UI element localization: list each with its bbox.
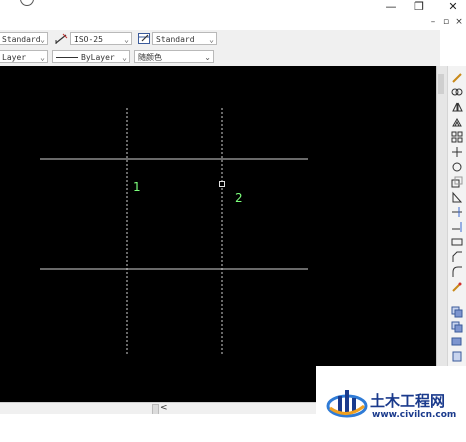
chevron-down-icon: ⌄	[40, 53, 45, 62]
watermark-url: www.civilcn.com	[372, 410, 457, 420]
color-select[interactable]: 随颜色 ⌄	[134, 50, 214, 63]
label-1: 1	[133, 180, 141, 194]
linetype-select[interactable]: ByLayer ⌄	[52, 50, 130, 63]
chamfer-icon[interactable]	[451, 251, 463, 263]
grip-point[interactable]	[219, 181, 225, 187]
doc-minimize-button[interactable]: –	[428, 16, 438, 28]
stretch-icon[interactable]	[451, 191, 463, 203]
color-value: 随颜色	[138, 53, 162, 62]
scroll-left-arrow[interactable]: <	[160, 403, 168, 414]
mirror-icon[interactable]	[451, 101, 463, 113]
chevron-down-icon: ⌄	[122, 53, 127, 62]
linetype-sample	[56, 57, 78, 58]
vertical-scrollbar[interactable]	[436, 66, 447, 414]
layer-value: Layer	[2, 53, 27, 62]
drawing-canvas[interactable]: 1 2	[0, 66, 436, 402]
fillet-icon[interactable]	[451, 266, 463, 278]
paste-icon[interactable]	[451, 321, 463, 333]
dim-style-icon[interactable]	[54, 32, 68, 45]
minimize-button[interactable]: —	[382, 0, 400, 14]
rotate-icon[interactable]	[451, 161, 463, 173]
drawing-svg: 1 2	[40, 108, 308, 356]
table-style-value: Standard	[156, 35, 195, 44]
table-style-icon[interactable]	[137, 32, 151, 45]
chevron-down-icon: ⌄	[204, 53, 211, 62]
move-icon[interactable]	[451, 146, 463, 158]
properties-toolbar: Layer ⌄ ByLayer ⌄ 随颜色 ⌄	[0, 48, 440, 67]
offset-icon[interactable]	[451, 116, 463, 128]
layer-select[interactable]: Layer ⌄	[0, 50, 48, 63]
extend-icon[interactable]	[451, 221, 463, 233]
break-icon[interactable]	[451, 236, 463, 248]
text-style-select[interactable]: Standard ⌄	[0, 32, 48, 45]
label-2: 2	[235, 191, 243, 205]
dim-style-select[interactable]: ISO-25 ⌄	[70, 32, 132, 45]
table-style-select[interactable]: Standard ⌄	[152, 32, 217, 45]
chevron-down-icon: ⌄	[124, 35, 129, 44]
copy-icon[interactable]	[451, 306, 463, 318]
linetype-value: ByLayer	[81, 53, 115, 62]
eraser-icon[interactable]	[451, 86, 463, 98]
chevron-down-icon: ⌄	[209, 35, 214, 44]
explode-icon[interactable]	[451, 281, 463, 293]
scale-icon[interactable]	[451, 176, 463, 188]
close-button[interactable]: ✕	[444, 0, 462, 14]
civilcn-logo-icon	[326, 390, 368, 418]
doc-restore-button[interactable]: ▫	[441, 16, 451, 28]
draworder-icon[interactable]	[451, 351, 463, 363]
doc-close-button[interactable]: ×	[454, 16, 464, 28]
styles-toolbar: Standard ⌄ ISO-25 ⌄ Standard ⌄	[0, 30, 440, 49]
text-style-value: Standard	[2, 35, 41, 44]
dim-style-value: ISO-25	[74, 35, 103, 44]
restore-button[interactable]: ❐	[410, 0, 428, 14]
layer-icon[interactable]	[451, 336, 463, 348]
array-icon[interactable]	[451, 131, 463, 143]
chevron-down-icon: ⌄	[40, 35, 45, 44]
pencil-icon[interactable]	[451, 72, 463, 84]
modify-toolbar	[447, 66, 466, 366]
watermark-title: 土木工程网	[370, 392, 446, 410]
vscroll-thumb[interactable]	[438, 74, 444, 94]
trim-icon[interactable]	[451, 206, 463, 218]
